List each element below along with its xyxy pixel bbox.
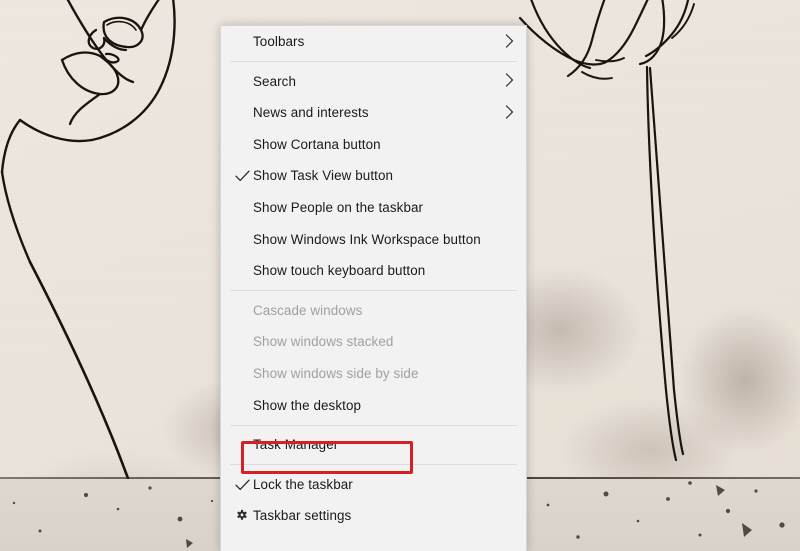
menu-item-lock-the-taskbar[interactable]: Lock the taskbar [221,469,526,501]
menu-item-show-touch-keyboard-button[interactable]: Show touch keyboard button [221,255,526,287]
menu-separator [230,464,517,466]
menu-item-show-cortana-button[interactable]: Show Cortana button [221,129,526,161]
menu-item-show-the-desktop[interactable]: Show the desktop [221,390,526,422]
menu-item-label: Show windows stacked [253,334,394,350]
menu-item-show-windows-side-by-side: Show windows side by side [221,358,526,390]
menu-item-news-and-interests[interactable]: News and interests [221,97,526,129]
menu-item-show-people-on-the-taskbar[interactable]: Show People on the taskbar [221,192,526,224]
chevron-right-icon [505,105,514,121]
menu-item-label: Show windows side by side [253,366,419,382]
gear-icon [232,509,252,523]
menu-item-label: Show Windows Ink Workspace button [253,231,481,247]
menu-item-task-manager[interactable]: Task Manager [221,429,526,461]
menu-item-taskbar-settings[interactable]: Taskbar settings [221,500,526,532]
menu-item-label: Toolbars [253,34,305,50]
menu-separator [230,424,517,426]
menu-item-search[interactable]: Search [221,66,526,98]
menu-item-label: Show the desktop [253,397,362,413]
menu-separator [230,61,517,63]
menu-item-show-windows-ink-workspace-button[interactable]: Show Windows Ink Workspace button [221,224,526,256]
check-icon [232,479,252,491]
menu-item-cascade-windows: Cascade windows [221,295,526,327]
taskbar-context-menu[interactable]: Toolbars Search News and interests Show … [220,25,527,551]
chevron-right-icon [505,73,514,89]
screen: Toolbars Search News and interests Show … [0,0,800,551]
menu-item-show-windows-stacked: Show windows stacked [221,326,526,358]
menu-item-label: Cascade windows [253,302,363,318]
menu-item-toolbars[interactable]: Toolbars [221,26,526,58]
chevron-right-icon [505,34,514,50]
menu-item-label: Task Manager [253,437,339,453]
check-icon [232,170,252,182]
menu-separator [230,290,517,292]
menu-item-label: Search [253,73,297,89]
menu-item-label: Show Cortana button [253,136,381,152]
menu-item-label: Show touch keyboard button [253,263,426,279]
menu-item-label: News and interests [253,105,369,121]
menu-item-label: Show People on the taskbar [253,200,424,216]
menu-item-show-task-view-button[interactable]: Show Task View button [221,160,526,192]
